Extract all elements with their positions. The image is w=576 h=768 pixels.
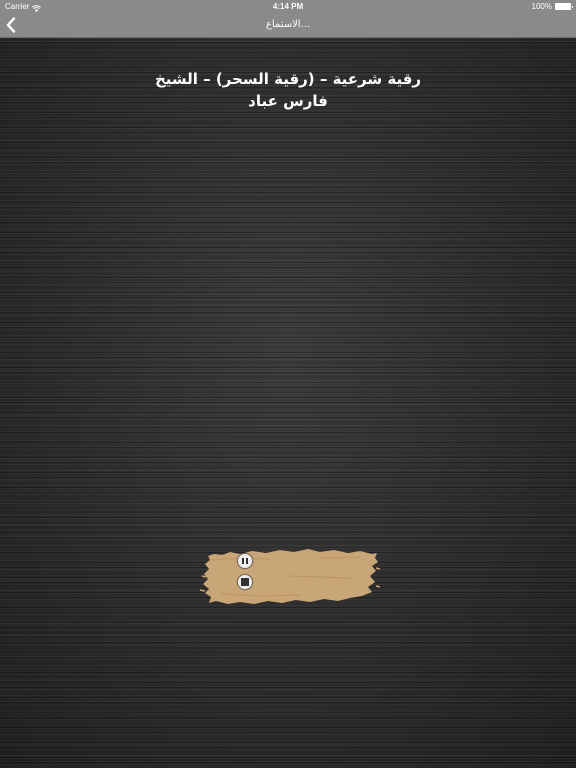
stop-button[interactable] [237,574,253,590]
track-title-line1: رقية شرعية – (رقية السحر) – الشيخ [154,70,422,88]
nav-title: الاستماع... [265,19,311,30]
pause-button[interactable] [237,553,253,569]
audio-player-screen: Carrier 4:14 PM 100% الاستماع... رقية شر… [0,0,576,768]
navigation-bar: الاستماع... [0,13,576,38]
status-right: 100% [531,0,573,13]
stop-icon [241,578,249,586]
track-title: رقية شرعية – (رقية السحر) – الشيخ فارس ع… [40,68,536,112]
status-bar: Carrier 4:14 PM 100% [0,0,576,13]
battery-percent: 100% [531,2,552,11]
status-time: 4:14 PM [272,2,304,11]
track-title-line2: فارس عباد [248,92,328,110]
brush-stroke-background [200,549,380,604]
player-controls-panel [200,546,380,608]
battery-icon [555,3,573,10]
